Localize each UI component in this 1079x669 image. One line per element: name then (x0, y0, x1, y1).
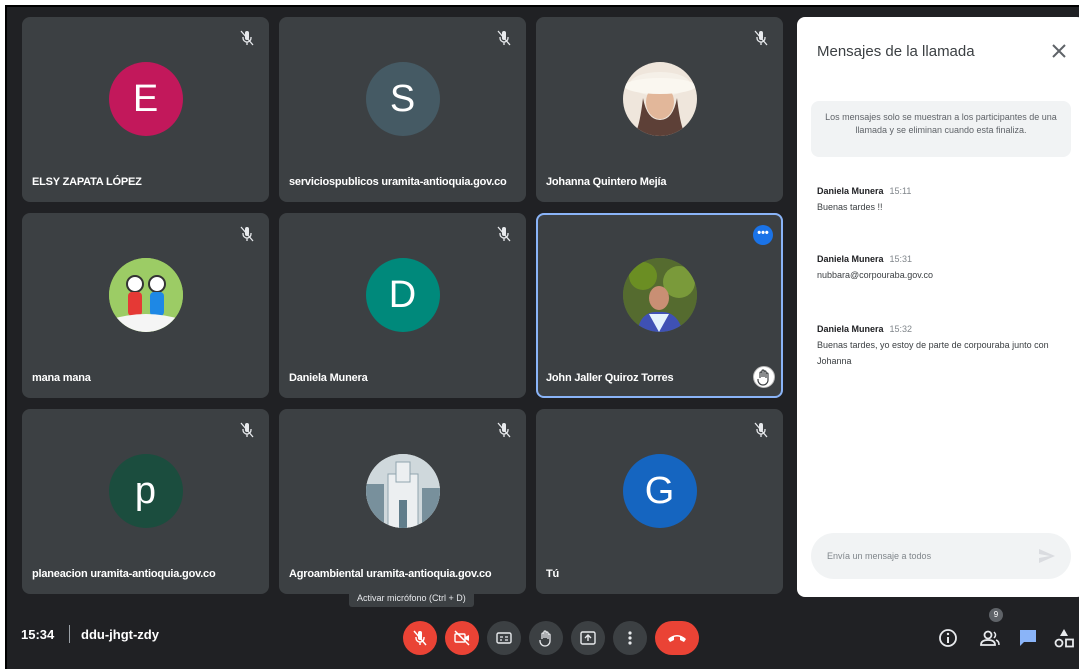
mic-off-icon (497, 226, 511, 242)
camera-off-icon (454, 630, 470, 646)
avatar-photo (622, 62, 697, 136)
meeting-code: ddu-jhgt-zdy (81, 627, 159, 642)
captions-icon (496, 632, 512, 644)
raised-hand-icon (753, 366, 775, 388)
participant-tile[interactable]: E ELSY ZAPATA LÓPEZ (22, 17, 269, 202)
participant-name: ELSY ZAPATA LÓPEZ (32, 176, 142, 188)
participant-tile[interactable]: S serviciospublicos uramita-antioquia.go… (279, 17, 526, 202)
participant-tile[interactable]: p planeacion uramita-antioquia.gov.co (22, 409, 269, 594)
message-author: Daniela Munera (817, 324, 884, 334)
participant-name: John Jaller Quiroz Torres (546, 372, 674, 384)
participant-name: planeacion uramita-antioquia.gov.co (32, 568, 216, 580)
participant-tile-selected[interactable]: ••• John Jaller Quiroz Torres (536, 213, 783, 398)
avatar: D (365, 258, 440, 332)
participant-tile[interactable]: mana mana (22, 213, 269, 398)
chat-input-placeholder: Envía un mensaje a todos (827, 551, 932, 561)
more-vert-icon (628, 631, 632, 645)
avatar-photo (108, 258, 183, 332)
close-icon[interactable] (1049, 41, 1069, 61)
info-icon[interactable] (937, 627, 959, 649)
avatar: S (365, 62, 440, 136)
message-time: 15:11 (889, 186, 912, 196)
divider (69, 625, 70, 643)
mic-off-icon (413, 630, 427, 646)
message-text: nubbara@corpouraba.gov.co (817, 270, 934, 280)
participants-count-badge: 9 (989, 608, 1003, 622)
participant-tile[interactable]: Agroambiental uramita-antioquia.gov.co (279, 409, 526, 594)
mic-off-icon (497, 422, 511, 438)
message-time: 15:32 (889, 324, 913, 334)
bottom-toolbar: 15:34 ddu-jhgt-zdy Activar micrófono (Ct… (7, 589, 1079, 669)
avatar-photo (365, 454, 440, 528)
participant-tile-self[interactable]: G Tú (536, 409, 783, 594)
mic-off-icon (754, 422, 768, 438)
tooltip: Activar micrófono (Ctrl + D) (349, 589, 474, 607)
avatar-photo (622, 258, 697, 332)
present-icon (580, 631, 596, 645)
chat-title: Mensajes de la llamada (817, 43, 975, 60)
participant-tile[interactable]: D Daniela Munera (279, 213, 526, 398)
more-options-icon[interactable]: ••• (753, 225, 773, 245)
avatar: G (622, 454, 697, 528)
chat-panel: Mensajes de la llamada Los mensajes solo… (797, 17, 1079, 597)
captions-button[interactable] (487, 621, 521, 655)
participant-name: Agroambiental uramita-antioquia.gov.co (289, 568, 492, 580)
message-text: Buenas tardes !! (817, 202, 883, 212)
mic-off-icon (240, 30, 254, 46)
hang-up-icon (668, 635, 686, 642)
chat-message: Daniela Munera 15:11 Buenas tardes !! (817, 183, 1073, 215)
raise-hand-icon (539, 630, 551, 647)
participant-name: Tú (546, 568, 560, 580)
message-author: Daniela Munera (817, 186, 884, 196)
mic-off-icon (754, 30, 768, 46)
mic-off-icon (240, 226, 254, 242)
chat-message: Daniela Munera 15:32 Buenas tardes, yo es… (817, 321, 1073, 369)
send-icon[interactable] (1037, 546, 1057, 566)
participant-name: Daniela Munera (289, 372, 368, 384)
chat-message: Daniela Munera 15:31 nubbara@corpouraba.g… (817, 251, 1073, 283)
participant-name: serviciospublicos uramita-antioquia.gov.… (289, 176, 507, 188)
present-screen-button[interactable] (571, 621, 605, 655)
raise-hand-button[interactable] (529, 621, 563, 655)
meet-window: E ELSY ZAPATA LÓPEZ S serviciospublicos … (5, 5, 1079, 669)
chat-notice: Los mensajes solo se muestran a los part… (811, 101, 1071, 157)
meeting-time: 15:34 (21, 627, 55, 642)
mic-off-icon (497, 30, 511, 46)
people-icon[interactable] (979, 627, 1001, 649)
camera-toggle-button[interactable] (445, 621, 479, 655)
mic-off-icon (240, 422, 254, 438)
mic-toggle-button[interactable] (403, 621, 437, 655)
avatar: p (108, 454, 183, 528)
participant-name: Johanna Quintero Mejía (546, 176, 667, 188)
activities-icon[interactable] (1053, 627, 1075, 649)
participant-tile[interactable]: Johanna Quintero Mejía (536, 17, 783, 202)
more-options-button[interactable] (613, 621, 647, 655)
participant-name: mana mana (32, 372, 91, 384)
message-text: Buenas tardes, yo estoy de parte de corp… (817, 340, 1049, 366)
leave-call-button[interactable] (655, 621, 699, 655)
message-time: 15:31 (889, 254, 913, 264)
message-author: Daniela Munera (817, 254, 884, 264)
chat-message-input[interactable]: Envía un mensaje a todos (811, 533, 1071, 579)
avatar: E (108, 62, 183, 136)
chat-icon[interactable] (1017, 627, 1039, 649)
